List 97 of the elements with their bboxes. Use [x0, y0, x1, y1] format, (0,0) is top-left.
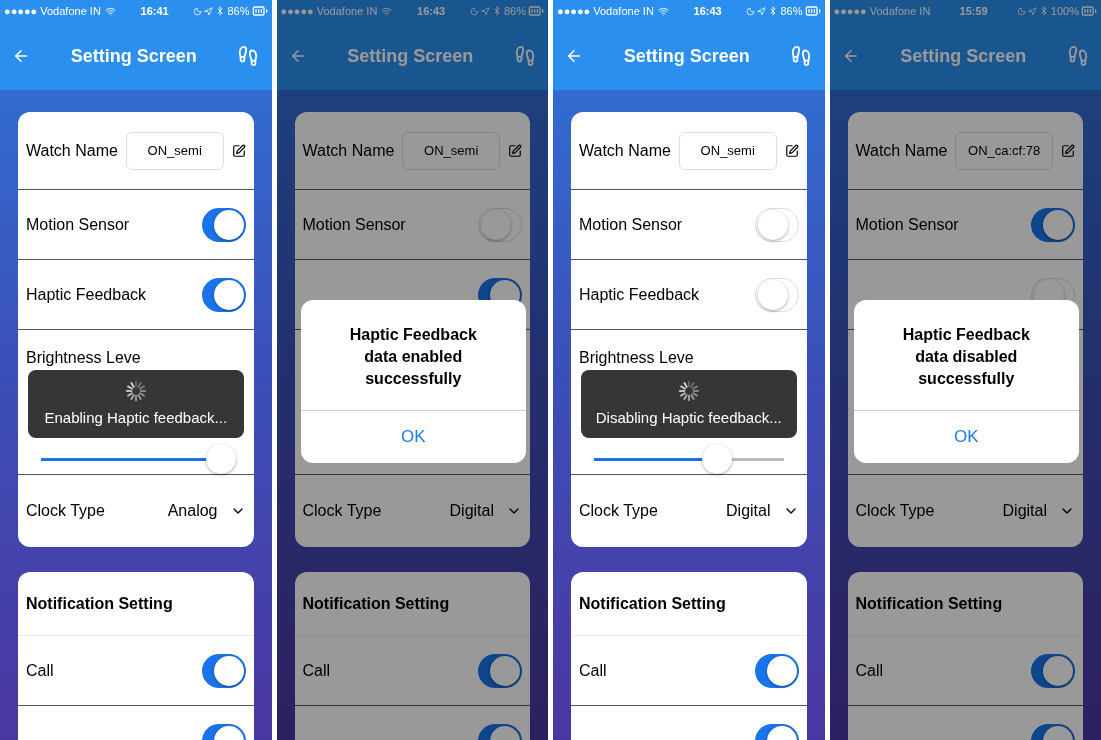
battery-percent: 100% [1050, 3, 1079, 19]
clock-type-value[interactable]: Digital [726, 499, 771, 523]
watch-name-field[interactable]: ON_semi [125, 131, 224, 170]
slider-thumb[interactable] [702, 443, 733, 474]
ok-button[interactable]: OK [853, 411, 1079, 463]
edit-icon[interactable] [508, 143, 522, 158]
toggle-switch[interactable] [1031, 653, 1075, 688]
setting-label: Haptic Feedback [579, 284, 700, 305]
slider-thumb[interactable] [206, 443, 236, 474]
setting-label: Motion Sensor [302, 214, 406, 235]
location-icon [757, 6, 767, 16]
toggle-switch[interactable] [1031, 207, 1075, 242]
toast-message: Enabling Haptic feedback... [44, 407, 228, 428]
bluetooth-icon [491, 6, 502, 16]
watch-name-field[interactable]: ON_semi [678, 131, 777, 170]
bluetooth-icon [768, 6, 779, 16]
footprints-icon[interactable] [514, 45, 536, 67]
setting-label: Motion Sensor [579, 214, 683, 235]
moon-icon [1016, 6, 1026, 16]
bluetooth-icon [1038, 6, 1049, 16]
location-icon [480, 6, 490, 16]
back-button[interactable] [12, 47, 30, 65]
battery-percent: 86% [503, 3, 526, 19]
moon-icon [746, 6, 756, 16]
moon-icon [193, 6, 203, 16]
toast-message: Disabling Haptic feedback... [595, 407, 782, 428]
section-title: Notification Setting [302, 593, 450, 614]
setting-label: Motion Sensor [855, 214, 959, 235]
clock-time: 15:59 [959, 3, 988, 19]
clock-time: 16:43 [417, 3, 446, 19]
screen-title: Setting Screen [347, 44, 474, 68]
back-button[interactable] [565, 47, 583, 65]
field-label: Watch Name [26, 140, 118, 161]
battery-icon [528, 3, 544, 19]
clock-type-value[interactable]: Digital [1002, 499, 1047, 523]
clock-time: 16:41 [140, 3, 169, 19]
setting-label: Clock Type [579, 501, 658, 521]
field-label: Watch Name [302, 140, 395, 161]
setting-label: Call [855, 660, 884, 681]
toggle-switch[interactable] [478, 653, 522, 688]
toggle-switch[interactable] [478, 207, 522, 242]
clock-type-value[interactable]: Analog [167, 499, 218, 523]
toggle-switch[interactable] [754, 207, 799, 242]
footprints-icon[interactable] [237, 45, 260, 67]
battery-icon [1081, 3, 1097, 19]
watch-name-field[interactable]: ON_ca:cf:78 [955, 131, 1053, 170]
setting-label: Motion Sensor [26, 214, 130, 235]
toggle-switch[interactable] [754, 653, 799, 688]
clock-time: 16:43 [693, 3, 722, 19]
moon-icon [469, 6, 479, 16]
edit-icon[interactable] [231, 143, 246, 158]
bluetooth-icon [215, 6, 226, 16]
setting-label: Clock Type [26, 501, 105, 521]
section-title: Notification Setting [26, 593, 173, 614]
carrier-label: ●●●●● Vodafone IN [557, 3, 654, 19]
field-label: Watch Name [579, 140, 671, 161]
carrier-label: ●●●●● Vodafone IN [4, 3, 101, 19]
wifi-icon [381, 5, 393, 17]
edit-icon[interactable] [1061, 143, 1075, 158]
toggle-switch[interactable] [754, 277, 799, 312]
battery-percent: 86% [227, 3, 250, 19]
location-icon [1027, 6, 1037, 16]
toggle-switch[interactable] [201, 207, 246, 242]
spinner-icon [123, 378, 148, 403]
wifi-icon [104, 5, 116, 17]
carrier-label: ●●●●● Vodafone IN [833, 3, 931, 19]
battery-percent: 86% [780, 3, 803, 19]
alert-message: Haptic Feedback data enabled successfully [348, 325, 478, 389]
wifi-icon [657, 5, 669, 17]
edit-icon[interactable] [784, 143, 799, 158]
watch-name-field[interactable]: ON_semi [402, 131, 500, 170]
screen-title: Setting Screen [623, 44, 750, 68]
alert-message: Haptic Feedback data disabled successfully [901, 325, 1031, 389]
setting-label: Call [302, 660, 331, 681]
setting-label: Brightness Leve [579, 349, 694, 366]
spinner-icon [676, 378, 701, 403]
screen-title: Setting Screen [900, 44, 1027, 68]
section-title: Notification Setting [855, 593, 1003, 614]
battery-icon [251, 3, 268, 19]
footprints-icon[interactable] [1067, 45, 1089, 67]
footprints-icon[interactable] [790, 45, 813, 67]
field-label: Watch Name [855, 140, 948, 161]
toggle-switch[interactable] [201, 653, 246, 688]
clock-type-value[interactable]: Digital [449, 499, 494, 523]
location-icon [204, 6, 214, 16]
setting-label: Call [579, 660, 607, 681]
toggle-switch[interactable] [201, 277, 246, 312]
setting-label: Clock Type [302, 501, 382, 521]
setting-label: Brightness Leve [26, 349, 141, 366]
carrier-label: ●●●●● Vodafone IN [280, 3, 378, 19]
section-title: Notification Setting [579, 593, 726, 614]
setting-label: Call [26, 660, 54, 681]
battery-icon [804, 3, 821, 19]
screen-title: Setting Screen [70, 44, 197, 68]
ok-button[interactable]: OK [300, 411, 526, 463]
setting-label: Clock Type [855, 501, 935, 521]
setting-label: Haptic Feedback [26, 284, 147, 305]
